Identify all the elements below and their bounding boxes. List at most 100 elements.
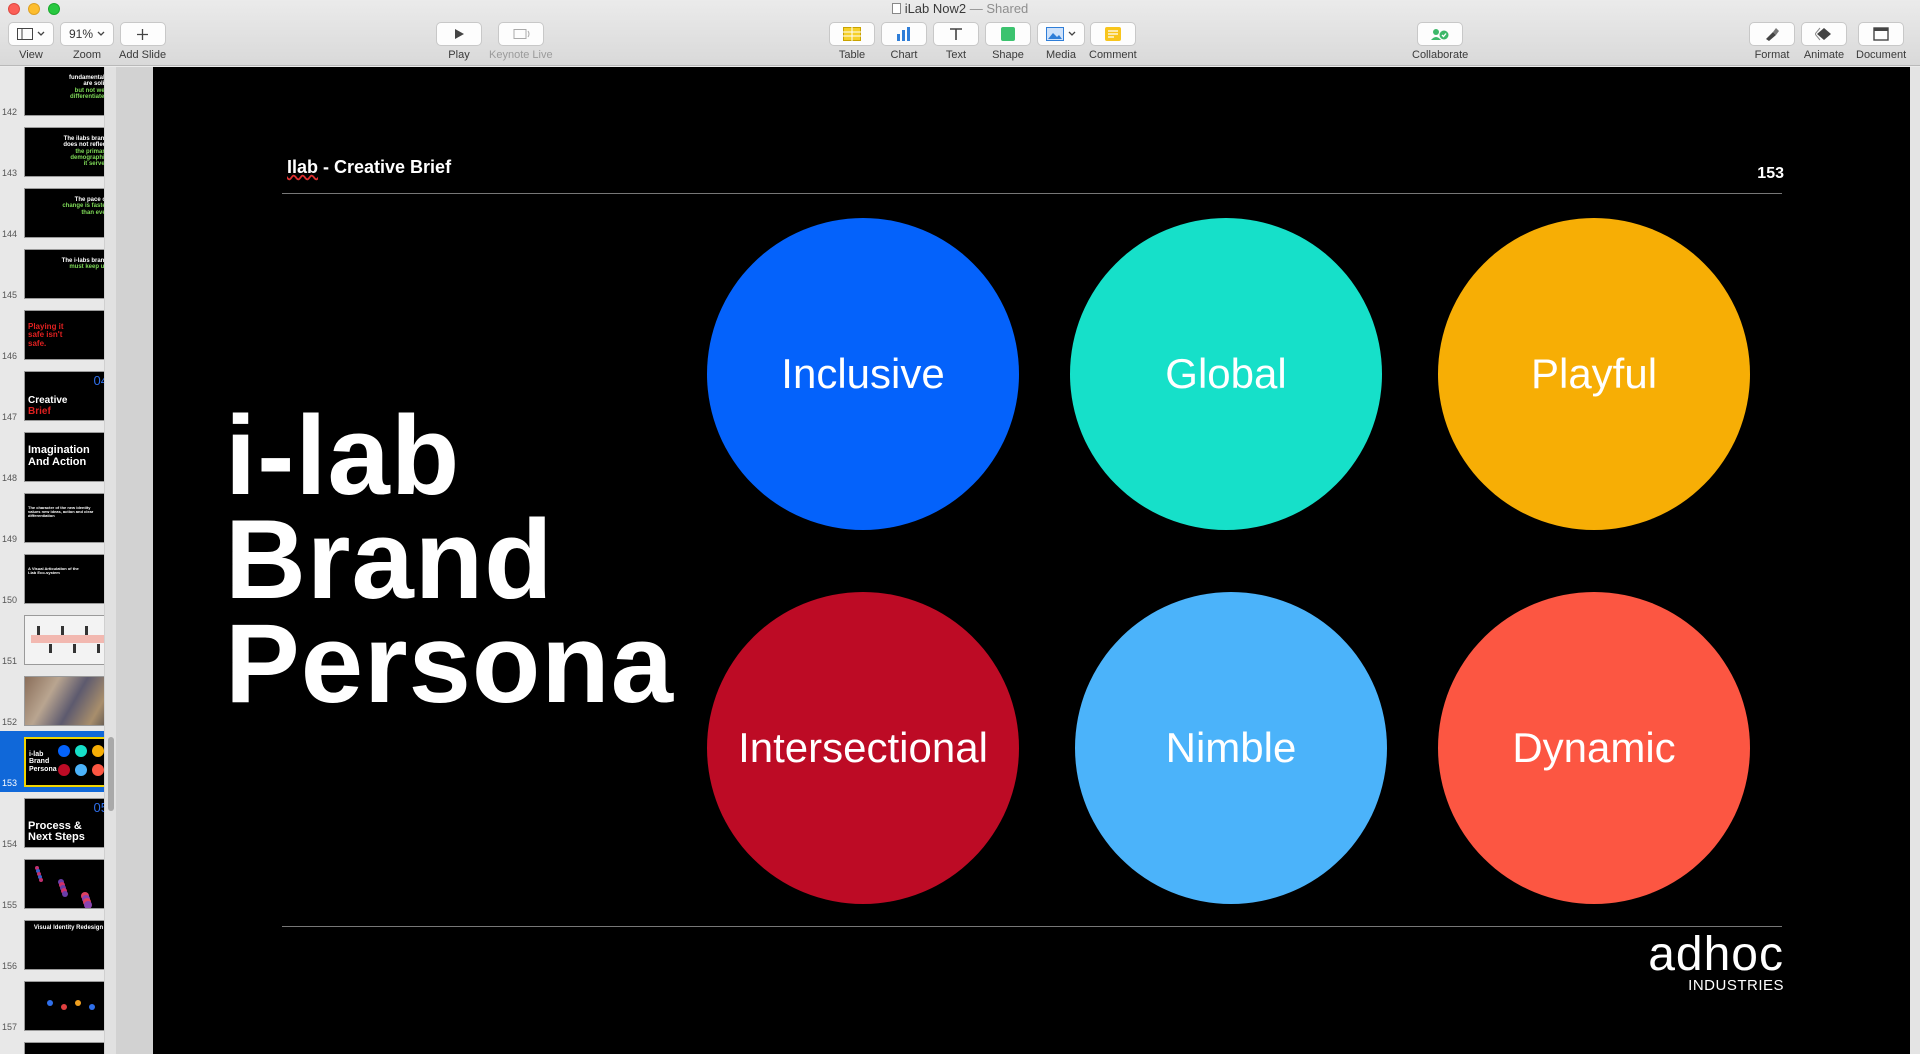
- slide-thumbnail-150[interactable]: 150 A Visual Articulation of the i-lab Eco…: [0, 548, 113, 609]
- text-button[interactable]: [933, 22, 979, 46]
- slide-thumbnail-158[interactable]: 158ThankYou, Merci: [0, 1036, 113, 1054]
- slide-header[interactable]: Ilab - Creative Brief: [287, 157, 451, 178]
- table-tool[interactable]: Table: [829, 22, 875, 61]
- chevron-down-icon: [1068, 31, 1076, 36]
- chart-button[interactable]: [881, 22, 927, 46]
- slide-thumbnail-146[interactable]: 146 Playing it safe isn't safe.: [0, 304, 113, 365]
- slide-headline[interactable]: i-lab Brand Persona: [225, 393, 674, 720]
- slide-thumbnail-image: fundamentals are solid but not well differe…: [24, 67, 113, 116]
- play-button[interactable]: [436, 22, 482, 46]
- window-subtitle: — Shared: [969, 1, 1029, 16]
- add-slide-button[interactable]: [119, 22, 166, 46]
- shape-tool[interactable]: Shape: [985, 22, 1031, 61]
- add-slide-tool[interactable]: Add Slide: [119, 22, 166, 61]
- view-tool[interactable]: View: [8, 22, 54, 61]
- slide-header-word: Ilab: [287, 157, 319, 177]
- chart-icon: [897, 27, 910, 41]
- slide-thumbnail-148[interactable]: 148 Imagination And Action: [0, 426, 113, 487]
- thumbnail-text: fundamentals are solid but not well differe…: [69, 75, 108, 100]
- thumbnail-figure: [61, 626, 64, 635]
- slide-thumbnail-number: 146: [2, 351, 18, 361]
- headline-line: Brand: [225, 497, 554, 622]
- slide-thumbnail-number: 157: [2, 1022, 18, 1032]
- document-button[interactable]: [1858, 22, 1905, 46]
- headline-line: i-lab: [225, 393, 461, 518]
- slide-thumbnail-147[interactable]: 147 Creative Brief 04: [0, 365, 113, 426]
- current-slide[interactable]: Ilab - Creative Brief 153 i-lab Brand Pe…: [153, 67, 1910, 1054]
- media-tool[interactable]: Media: [1037, 22, 1085, 61]
- sidebar-layout-icon: [17, 28, 33, 40]
- play-label: Play: [448, 49, 470, 61]
- slide-thumbnail-list[interactable]: 142 fundamentals are solid but not well diff…: [0, 67, 113, 1054]
- format-button[interactable]: [1749, 22, 1795, 46]
- slide-thumbnail-number: 144: [2, 229, 18, 239]
- format-label: Format: [1754, 49, 1790, 61]
- slide-thumbnail-142[interactable]: 142 fundamentals are solid but not well diff…: [0, 67, 113, 121]
- persona-circle-inclusive[interactable]: Inclusive: [707, 218, 1019, 530]
- media-button[interactable]: [1037, 22, 1085, 46]
- format-tool[interactable]: Format: [1749, 22, 1795, 61]
- slide-thumbnail-153[interactable]: 153 i-lab Brand Persona: [0, 731, 113, 792]
- persona-circle-nimble[interactable]: Nimble: [1075, 592, 1387, 904]
- document-panel-icon: [1873, 27, 1889, 41]
- collaborate-button[interactable]: [1417, 22, 1464, 46]
- slide-thumbnail-154[interactable]: 154 Process & Next Steps 05: [0, 792, 113, 853]
- thumbnail-text: Process & Next Steps: [28, 820, 85, 844]
- persona-circle-intersectional[interactable]: Intersectional: [707, 592, 1019, 904]
- slide-thumbnail-152[interactable]: 152: [0, 670, 113, 731]
- keynote-live-tool[interactable]: Keynote Live: [489, 22, 553, 61]
- slide-thumbnail-157[interactable]: 157: [0, 975, 113, 1036]
- slide-thumbnail-151[interactable]: 151: [0, 609, 113, 670]
- thumbnail-circle: [75, 764, 87, 776]
- slide-thumbnail-149[interactable]: 149 The character of the new identity valu…: [0, 487, 113, 548]
- persona-circle-global[interactable]: Global: [1070, 218, 1382, 530]
- animate-button[interactable]: [1801, 22, 1847, 46]
- thumbnail-line: Brief: [28, 405, 51, 417]
- slide-thumbnail-image: The character of the new identity values …: [24, 493, 113, 543]
- view-label: View: [19, 49, 43, 61]
- thumbnail-figure: [85, 626, 88, 635]
- slide-thumbnail-143[interactable]: 143 The ilabs brand does not reflect the pr…: [0, 121, 113, 182]
- comment-icon: [1104, 27, 1121, 41]
- slide-thumbnail-image: Visual Identity Redesign: [24, 920, 113, 970]
- slide-thumbnail-image: [24, 981, 113, 1031]
- table-label: Table: [838, 49, 866, 61]
- comment-tool[interactable]: Comment: [1089, 22, 1137, 61]
- animate-tool[interactable]: Animate: [1801, 22, 1847, 61]
- slide-navigator[interactable]: 142 fundamentals are solid but not well diff…: [0, 67, 116, 1054]
- slide-thumbnail-156[interactable]: 156 Visual Identity Redesign: [0, 914, 113, 975]
- thumbnail-line: safe.: [28, 338, 47, 348]
- slide-thumbnail-image: Process & Next Steps 05: [24, 798, 113, 848]
- document-label: Document: [1856, 49, 1907, 61]
- slide-thumbnail-155[interactable]: 155: [0, 853, 113, 914]
- collaborate-label: Collaborate: [1412, 49, 1469, 61]
- slide-canvas[interactable]: Ilab - Creative Brief 153 i-lab Brand Pe…: [116, 67, 1920, 1054]
- document-tool[interactable]: Document: [1856, 22, 1906, 61]
- zoom-select[interactable]: 91%: [60, 22, 115, 46]
- slide-thumbnail-144[interactable]: 144 The pace of change is faster than ever: [0, 182, 113, 243]
- persona-circle-playful[interactable]: Playful: [1438, 218, 1750, 530]
- table-button[interactable]: [829, 22, 875, 46]
- shape-button[interactable]: [985, 22, 1031, 46]
- keynote-live-button[interactable]: [497, 22, 544, 46]
- animate-label: Animate: [1803, 49, 1845, 61]
- navigator-scroll-thumb[interactable]: [108, 737, 114, 811]
- navigator-scrollbar[interactable]: [104, 67, 116, 1054]
- zoom-tool[interactable]: 91% Zoom: [60, 22, 115, 61]
- play-tool[interactable]: Play: [436, 22, 482, 61]
- circle-label: Global: [1165, 350, 1287, 397]
- view-button[interactable]: [8, 22, 54, 46]
- document-icon: [891, 3, 901, 14]
- thumbnail-line: must keep up: [69, 264, 108, 271]
- comment-button[interactable]: [1089, 22, 1136, 46]
- text-tool[interactable]: Text: [933, 22, 979, 61]
- persona-circle-dynamic[interactable]: Dynamic: [1438, 592, 1750, 904]
- slide-thumbnail-number: 152: [2, 717, 18, 727]
- footer-divider: [282, 926, 1782, 927]
- chart-tool[interactable]: Chart: [881, 22, 927, 61]
- thumbnail-line: Visual Identity Redesign: [33, 925, 104, 931]
- collaborate-tool[interactable]: Collaborate: [1412, 22, 1468, 61]
- canvas-scrollbar[interactable]: [1910, 67, 1920, 1054]
- circle-label: Dynamic: [1512, 724, 1676, 771]
- slide-thumbnail-145[interactable]: 145 The i-labs brand must keep up: [0, 243, 113, 304]
